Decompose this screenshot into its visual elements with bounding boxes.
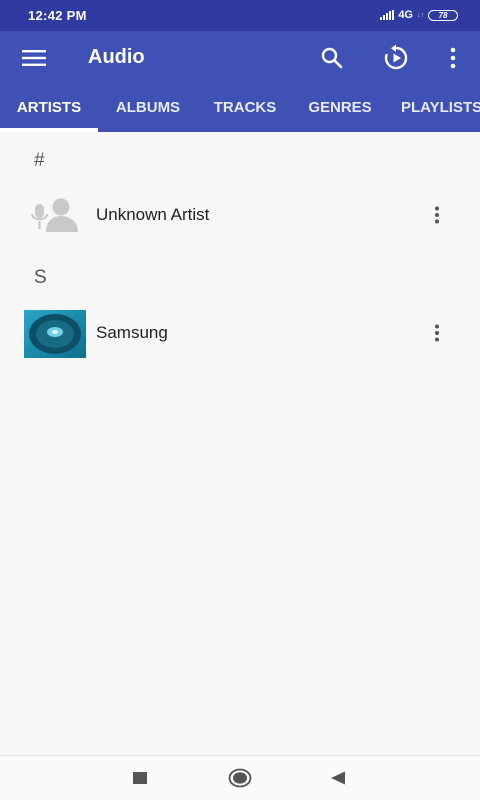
resume-playback-button[interactable]: [380, 42, 412, 74]
replay-icon: [384, 44, 408, 70]
back-icon: [331, 771, 345, 785]
network-activity-icon: ↓↑: [417, 11, 424, 19]
app-title: Audio: [88, 46, 145, 68]
menu-icon: [22, 50, 46, 66]
battery-level: 78: [438, 10, 448, 20]
recents-button[interactable]: [125, 764, 155, 792]
section-header: S: [34, 267, 47, 288]
tab-albums[interactable]: ALBUMS: [100, 86, 196, 132]
list-item-unknown-artist[interactable]: Unknown Artist: [0, 186, 480, 246]
tab-genres[interactable]: GENRES: [294, 86, 386, 132]
network-label: 4G: [398, 9, 413, 21]
signal-icon: [380, 10, 395, 20]
status-indicators: 4G ↓↑ 78: [380, 9, 458, 21]
tab-tracks[interactable]: TRACKS: [198, 86, 292, 132]
more-vert-icon: [435, 206, 439, 224]
status-time: 12:42 PM: [28, 8, 87, 23]
item-more-button[interactable]: [424, 200, 450, 230]
tab-playlists[interactable]: PLAYLISTS: [401, 86, 480, 132]
tab-artists[interactable]: ARTISTS: [0, 86, 98, 132]
tab-bar: ARTISTS ALBUMS TRACKS GENRES PLAYLISTS: [0, 86, 480, 132]
item-more-button[interactable]: [424, 318, 450, 348]
battery-icon: 78: [428, 9, 458, 21]
list-item-samsung[interactable]: Samsung: [0, 304, 480, 364]
artist-placeholder-icon: [24, 192, 86, 240]
back-button[interactable]: [323, 764, 353, 792]
app-bar: Audio: [0, 31, 480, 86]
more-vert-icon: [450, 47, 456, 69]
system-nav-bar: [0, 755, 480, 800]
menu-button[interactable]: [18, 43, 50, 73]
search-button[interactable]: [316, 42, 348, 74]
artist-image: [24, 310, 86, 358]
section-header: #: [34, 150, 45, 171]
overflow-menu-button[interactable]: [437, 42, 469, 74]
recents-icon: [133, 772, 147, 784]
more-vert-icon: [435, 324, 439, 342]
artist-name: Unknown Artist: [96, 205, 210, 224]
home-button[interactable]: [225, 764, 255, 792]
status-bar: 12:42 PM 4G ↓↑ 78: [0, 0, 480, 31]
artist-list: # Unknown Artist S Samsung: [0, 132, 480, 755]
search-icon: [321, 47, 343, 69]
home-icon: [228, 768, 252, 788]
artist-name: Samsung: [96, 323, 168, 342]
